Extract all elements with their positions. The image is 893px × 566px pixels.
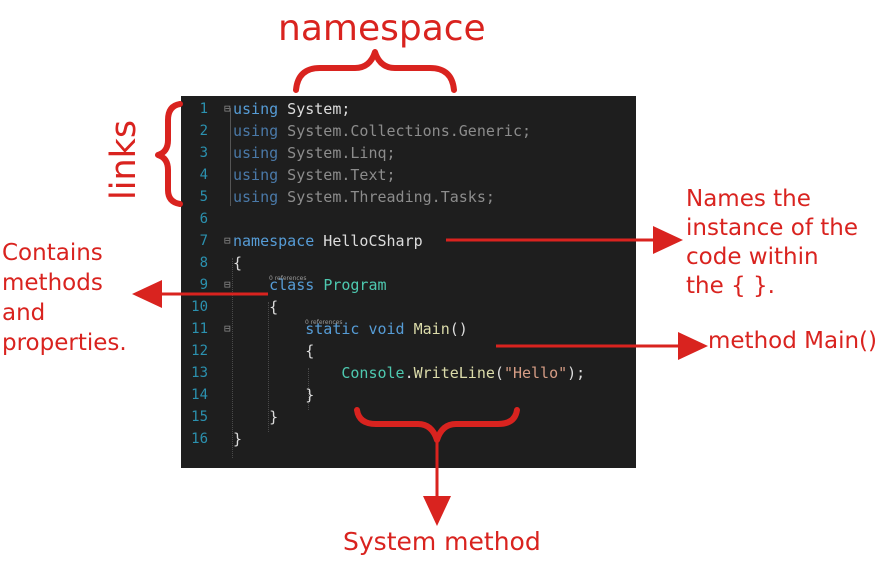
method-main-arrow-head (678, 332, 708, 360)
names-arrow-head (653, 226, 683, 254)
links-brace (155, 101, 183, 207)
namespace-brace (293, 49, 457, 93)
system-method-arrow-head (423, 496, 451, 526)
system-method-brace (354, 407, 520, 443)
annotation-arrows (132, 49, 708, 526)
contains-arrow-head (132, 280, 162, 308)
